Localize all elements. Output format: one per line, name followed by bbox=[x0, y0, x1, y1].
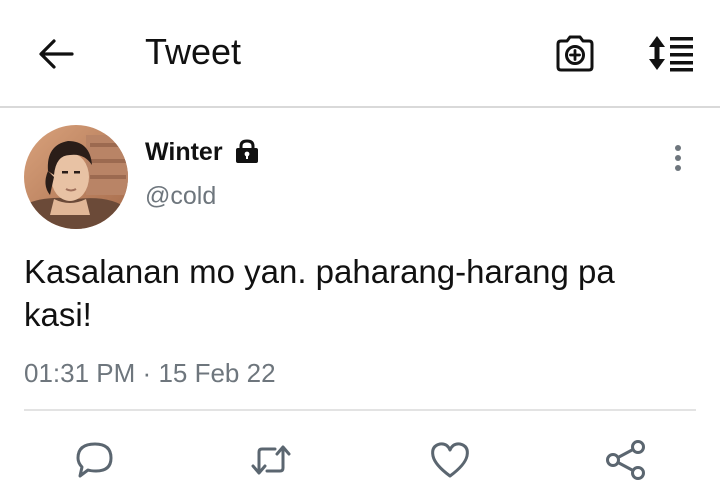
lock-icon bbox=[233, 137, 261, 165]
share-button[interactable] bbox=[604, 438, 648, 482]
back-button[interactable] bbox=[34, 32, 78, 76]
top-bar: Tweet bbox=[0, 0, 720, 106]
sort-list-icon bbox=[649, 36, 693, 72]
reply-button[interactable] bbox=[73, 438, 117, 482]
camera-plus-icon bbox=[556, 35, 594, 72]
retweet-button[interactable] bbox=[249, 438, 293, 482]
profile-photo bbox=[24, 125, 128, 229]
sort-button[interactable] bbox=[646, 30, 696, 74]
tweet-time: 01:31 PM bbox=[24, 358, 136, 388]
arrow-left-icon bbox=[39, 39, 74, 69]
retweet-icon bbox=[251, 445, 291, 475]
header-divider bbox=[0, 106, 720, 108]
avatar[interactable] bbox=[24, 125, 128, 229]
like-button[interactable] bbox=[428, 438, 472, 482]
more-vertical-icon bbox=[675, 145, 681, 171]
reply-icon bbox=[76, 442, 113, 478]
tweet-text: Kasalanan mo yan. paharang-harang pa kas… bbox=[24, 253, 615, 333]
display-name[interactable]: Winter bbox=[145, 136, 223, 168]
share-icon bbox=[606, 440, 645, 480]
tweet-date: 15 Feb 22 bbox=[158, 358, 276, 388]
screenshot-button[interactable] bbox=[552, 30, 598, 74]
actions-divider bbox=[24, 409, 696, 411]
page-title: Tweet bbox=[145, 31, 242, 72]
user-handle[interactable]: @cold bbox=[145, 180, 216, 212]
timestamp-separator: · bbox=[142, 358, 152, 388]
heart-icon bbox=[431, 442, 469, 478]
tweet-timestamp: 01:31 PM · 15 Feb 22 bbox=[24, 356, 276, 390]
more-options-button[interactable] bbox=[664, 142, 692, 176]
